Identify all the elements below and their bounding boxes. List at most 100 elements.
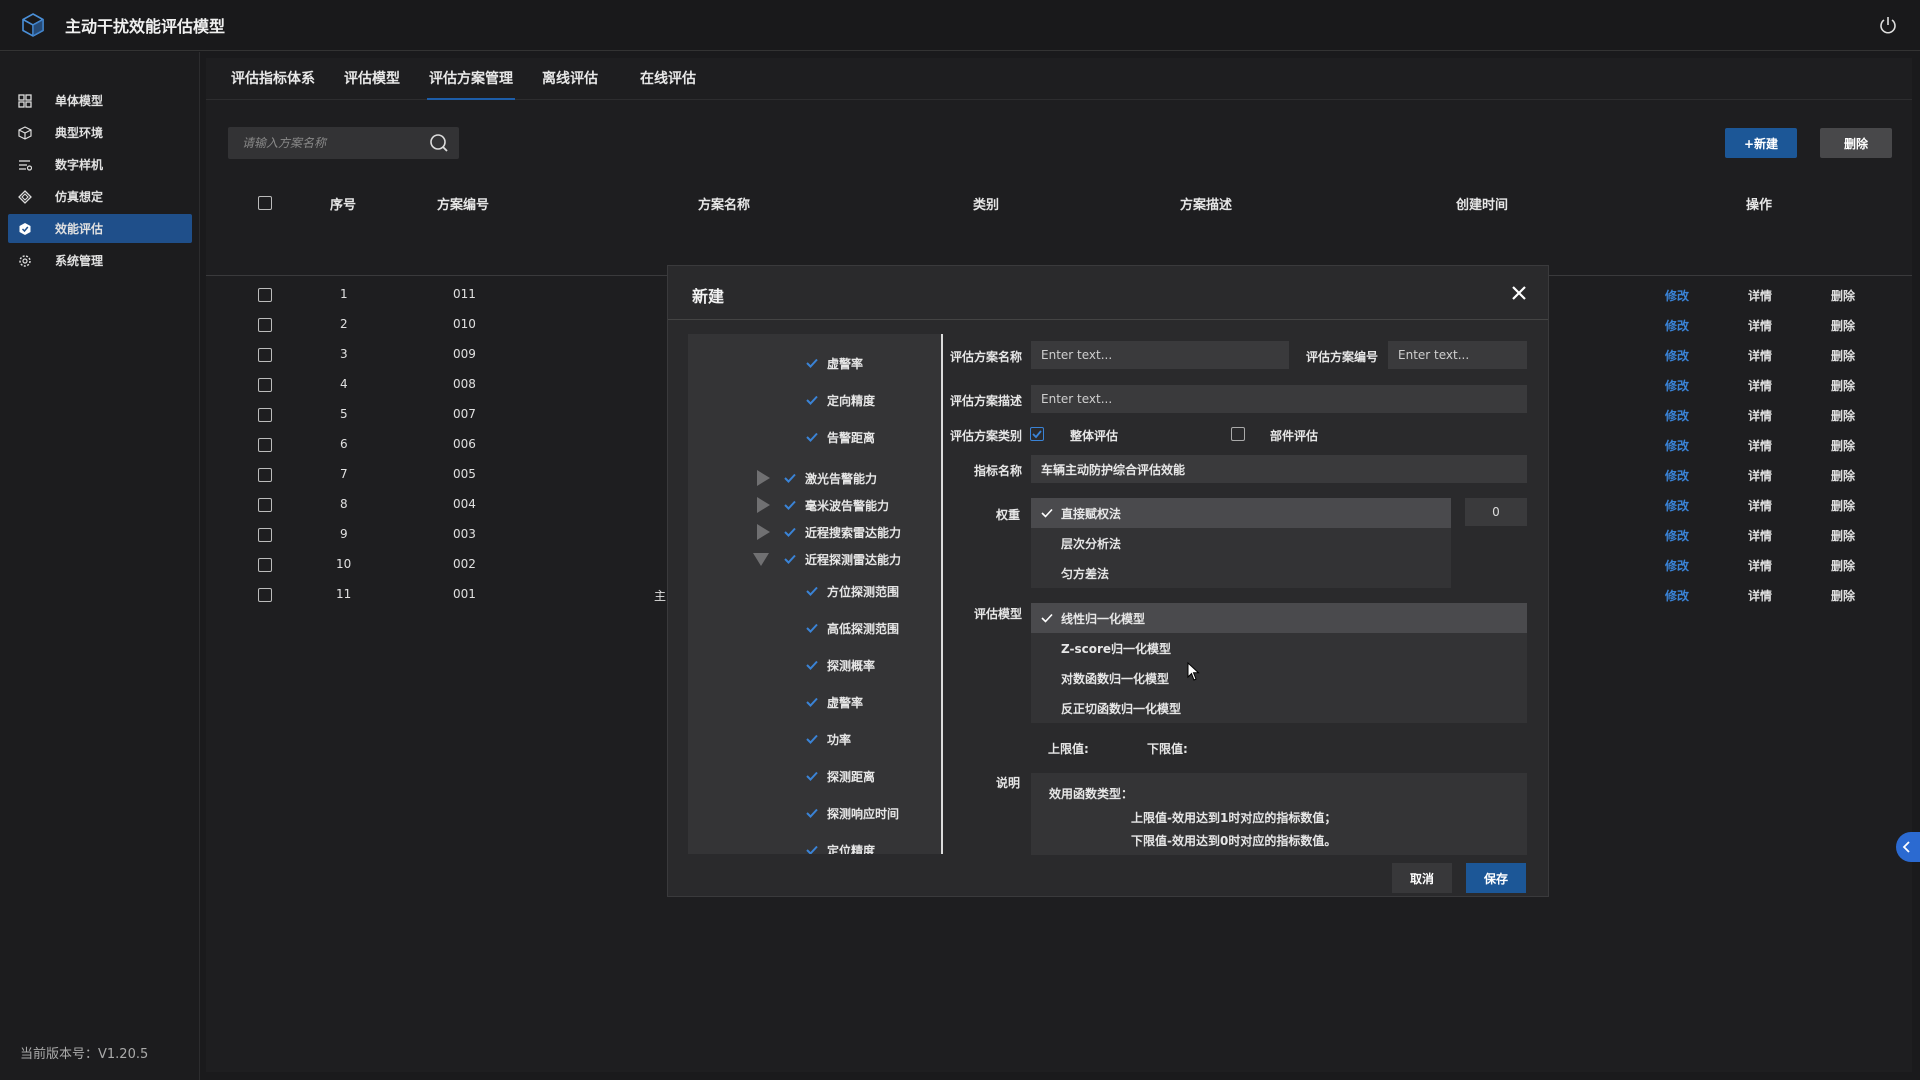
tree-check-icon[interactable] (805, 393, 819, 407)
tree-node[interactable]: 定向精度 (805, 390, 875, 410)
tab-plan-management[interactable]: 评估方案管理 (427, 68, 515, 100)
sidebar-item-effectiveness-evaluation[interactable]: 效能评估 (8, 214, 192, 243)
edit-link[interactable]: 修改 (1665, 467, 1689, 484)
tree-check-icon[interactable] (805, 732, 819, 746)
tree-node[interactable]: 虚警率 (805, 692, 863, 712)
tree-node[interactable]: 毫米波告警能力 (757, 495, 889, 515)
edit-link[interactable]: 修改 (1665, 497, 1689, 514)
row-checkbox[interactable] (258, 498, 272, 512)
tree-check-icon[interactable] (805, 621, 819, 635)
sidebar-item-system-management[interactable]: 系统管理 (8, 246, 192, 275)
delete-link[interactable]: 删除 (1831, 557, 1855, 574)
delete-link[interactable]: 删除 (1831, 437, 1855, 454)
sidebar-item-digital-prototype[interactable]: 数字样机 (8, 150, 192, 179)
detail-link[interactable]: 详情 (1748, 347, 1772, 364)
detail-link[interactable]: 详情 (1748, 407, 1772, 424)
tree-check-icon[interactable] (805, 430, 819, 444)
sidebar-item-simulation-scenario[interactable]: 仿真想定 (8, 182, 192, 211)
search-icon[interactable] (429, 133, 449, 153)
row-checkbox[interactable] (258, 378, 272, 392)
edit-link[interactable]: 修改 (1665, 287, 1689, 304)
edit-link[interactable]: 修改 (1665, 437, 1689, 454)
tree-node[interactable]: 探测距离 (805, 766, 875, 786)
select-all-checkbox[interactable] (258, 196, 272, 210)
tree-node[interactable]: 探测响应时间 (805, 803, 899, 823)
delete-link[interactable]: 删除 (1831, 497, 1855, 514)
new-button[interactable]: +新建 (1725, 128, 1797, 158)
detail-link[interactable]: 详情 (1748, 287, 1772, 304)
detail-link[interactable]: 详情 (1748, 587, 1772, 604)
collapse-panel-button[interactable] (1896, 832, 1920, 862)
tree-check-icon[interactable] (783, 525, 797, 539)
tree-node[interactable]: 功率 (805, 729, 851, 749)
detail-link[interactable]: 详情 (1748, 467, 1772, 484)
detail-link[interactable]: 详情 (1748, 317, 1772, 334)
row-checkbox[interactable] (258, 348, 272, 362)
tree-node[interactable]: 方位探测范围 (805, 581, 899, 601)
tree-check-icon[interactable] (805, 695, 819, 709)
edit-link[interactable]: 修改 (1665, 377, 1689, 394)
tree-node[interactable]: 告警距离 (805, 427, 875, 447)
caret-right-icon[interactable] (757, 497, 770, 513)
detail-link[interactable]: 详情 (1748, 437, 1772, 454)
weight-option-variance[interactable]: 匀方差法 (1031, 558, 1451, 588)
tree-check-icon[interactable] (805, 843, 819, 854)
indicator-tree[interactable]: 虚警率 定向精度 告警距离 激光告警能力 毫米波告警能力 近程搜索雷达能力 近程探测雷达能力… (688, 334, 943, 854)
edit-link[interactable]: 修改 (1665, 557, 1689, 574)
tree-node[interactable]: 近程探测雷达能力 (753, 549, 901, 569)
edit-link[interactable]: 修改 (1665, 527, 1689, 544)
plan-name-input[interactable] (1031, 341, 1289, 369)
delete-link[interactable]: 删除 (1831, 587, 1855, 604)
tab-evaluation-model[interactable]: 评估模型 (344, 68, 400, 88)
power-icon[interactable] (1876, 13, 1900, 37)
search-input[interactable] (228, 136, 418, 150)
component-eval-checkbox[interactable] (1231, 427, 1245, 441)
caret-right-icon[interactable] (757, 470, 770, 486)
edit-link[interactable]: 修改 (1665, 347, 1689, 364)
tree-node[interactable]: 探测概率 (805, 655, 875, 675)
row-checkbox[interactable] (258, 588, 272, 602)
plan-code-input[interactable] (1388, 341, 1527, 369)
weight-value-input[interactable]: 0 (1465, 498, 1527, 526)
save-button[interactable]: 保存 (1466, 863, 1526, 893)
close-icon[interactable] (1510, 284, 1528, 302)
tree-check-icon[interactable] (783, 552, 797, 566)
plan-desc-input[interactable] (1031, 385, 1527, 413)
tree-check-icon[interactable] (805, 356, 819, 370)
delete-link[interactable]: 删除 (1831, 467, 1855, 484)
tree-check-icon[interactable] (805, 806, 819, 820)
caret-right-icon[interactable] (757, 524, 770, 540)
tree-check-icon[interactable] (805, 769, 819, 783)
edit-link[interactable]: 修改 (1665, 407, 1689, 424)
weight-option-ahp[interactable]: 层次分析法 (1031, 528, 1451, 558)
tree-check-icon[interactable] (805, 584, 819, 598)
detail-link[interactable]: 详情 (1748, 377, 1772, 394)
sidebar-item-single-model[interactable]: 单体模型 (8, 86, 192, 115)
tree-check-icon[interactable] (805, 658, 819, 672)
row-checkbox[interactable] (258, 288, 272, 302)
tab-offline-evaluation[interactable]: 离线评估 (542, 68, 598, 88)
model-option-linear[interactable]: 线性归一化模型 (1031, 603, 1527, 633)
delete-button[interactable]: 删除 (1820, 128, 1892, 158)
row-checkbox[interactable] (258, 318, 272, 332)
tab-indicator-system[interactable]: 评估指标体系 (231, 68, 315, 88)
delete-link[interactable]: 删除 (1831, 377, 1855, 394)
row-checkbox[interactable] (258, 408, 272, 422)
delete-link[interactable]: 删除 (1831, 407, 1855, 424)
detail-link[interactable]: 详情 (1748, 497, 1772, 514)
row-checkbox[interactable] (258, 558, 272, 572)
overall-eval-checkbox[interactable] (1030, 427, 1044, 441)
tree-node[interactable]: 高低探测范围 (805, 618, 899, 638)
model-option-log[interactable]: 对数函数归一化模型 (1031, 663, 1527, 693)
weight-option-direct[interactable]: 直接赋权法 (1031, 498, 1451, 528)
cancel-button[interactable]: 取消 (1392, 863, 1452, 893)
tree-node[interactable]: 近程搜索雷达能力 (757, 522, 901, 542)
model-option-zscore[interactable]: Z-score归一化模型 (1031, 633, 1527, 663)
tree-check-icon[interactable] (783, 498, 797, 512)
sidebar-item-typical-environment[interactable]: 典型环境 (8, 118, 192, 147)
tree-node[interactable]: 虚警率 (805, 353, 863, 373)
tab-online-evaluation[interactable]: 在线评估 (640, 68, 696, 88)
edit-link[interactable]: 修改 (1665, 587, 1689, 604)
row-checkbox[interactable] (258, 528, 272, 542)
model-option-arctan[interactable]: 反正切函数归一化模型 (1031, 693, 1527, 723)
